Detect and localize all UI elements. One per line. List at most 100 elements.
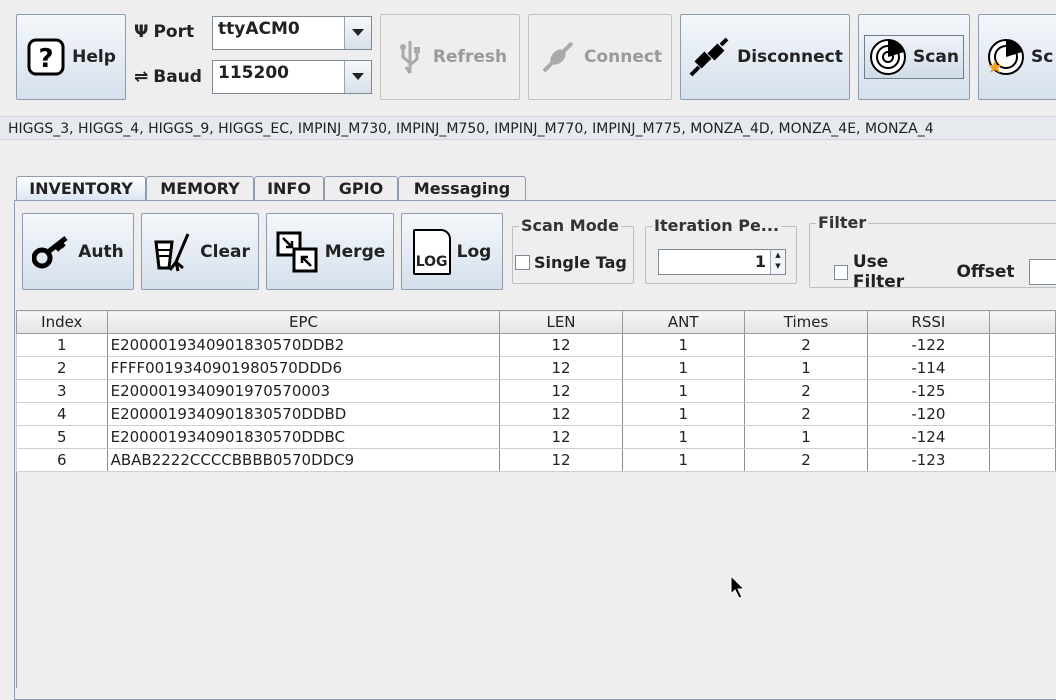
cell-epc: E2000019340901830570DDBD bbox=[106, 402, 501, 426]
scan-alt-button[interactable]: Sc bbox=[978, 14, 1056, 100]
key-icon bbox=[32, 234, 72, 270]
cell-extra bbox=[988, 356, 1056, 380]
cell-ant: 1 bbox=[621, 448, 745, 472]
scan-label: Scan bbox=[913, 47, 959, 67]
cell-times: 1 bbox=[743, 425, 869, 449]
cell-rssi: -120 bbox=[867, 402, 990, 426]
auth-button[interactable]: Auth bbox=[22, 213, 134, 290]
cell-len: 12 bbox=[499, 402, 623, 426]
cell-ant: 1 bbox=[621, 333, 745, 357]
cell-index: 3 bbox=[16, 379, 108, 403]
clear-label: Clear bbox=[200, 241, 250, 262]
cell-rssi: -124 bbox=[867, 425, 990, 449]
cell-index: 4 bbox=[16, 402, 108, 426]
tab-messaging[interactable]: Messaging bbox=[398, 176, 526, 200]
scan-alt-label: Sc bbox=[1031, 47, 1054, 67]
iteration-value[interactable]: 1 bbox=[659, 250, 770, 274]
cell-index: 5 bbox=[16, 425, 108, 449]
scan-mode-title: Scan Mode bbox=[519, 216, 621, 235]
cell-extra bbox=[988, 379, 1056, 403]
cell-rssi: -114 bbox=[867, 356, 990, 380]
radar-icon bbox=[869, 38, 907, 76]
iteration-title: Iteration Pe... bbox=[652, 216, 782, 235]
cell-times: 1 bbox=[743, 356, 869, 380]
merge-button[interactable]: Merge bbox=[266, 213, 394, 290]
use-filter-checkbox[interactable] bbox=[834, 264, 848, 280]
usb-refresh-icon bbox=[393, 37, 427, 77]
tab-gpio[interactable]: GPIO bbox=[324, 176, 398, 200]
merge-label: Merge bbox=[324, 241, 386, 262]
chevron-down-icon[interactable] bbox=[344, 17, 371, 49]
tab-messaging-label: Messaging bbox=[413, 179, 511, 198]
tab-inventory-label: INVENTORY bbox=[29, 179, 133, 198]
auth-label: Auth bbox=[78, 241, 124, 262]
help-button[interactable]: ? Help bbox=[16, 14, 126, 100]
tab-memory[interactable]: MEMORY bbox=[146, 176, 254, 200]
svg-text:?: ? bbox=[39, 44, 54, 74]
baud-label: Baud bbox=[153, 67, 202, 87]
scan-mode-group: Scan Mode Single Tag bbox=[512, 216, 634, 284]
table-row[interactable]: 4 E2000019340901830570DDBD 12 1 2 -120 bbox=[16, 402, 1056, 426]
disconnect-label: Disconnect bbox=[737, 47, 843, 67]
port-label: Port bbox=[153, 22, 195, 42]
cell-times: 2 bbox=[743, 402, 869, 426]
column-header-rssi[interactable]: RSSI bbox=[867, 310, 990, 334]
tab-memory-label: MEMORY bbox=[160, 179, 240, 198]
table-header: Index EPC LEN ANT Times RSSI bbox=[16, 310, 1056, 334]
baud-value: 115200 bbox=[218, 63, 289, 83]
use-filter-label: Use Filter bbox=[852, 252, 905, 292]
log-button[interactable]: LOG Log bbox=[401, 213, 503, 290]
column-header-len[interactable]: LEN bbox=[499, 310, 623, 334]
merge-icon bbox=[275, 230, 319, 274]
iteration-group: Iteration Pe... 1 ▲ ▼ bbox=[645, 216, 797, 284]
table-row[interactable]: 2 FFFF0019340901980570DDD6 12 1 1 -114 bbox=[16, 356, 1056, 380]
cell-epc: ABAB2222CCCCBBBB0570DDC9 bbox=[106, 448, 501, 472]
cell-times: 2 bbox=[743, 448, 869, 472]
cell-rssi: -125 bbox=[867, 379, 990, 403]
cell-len: 12 bbox=[499, 356, 623, 380]
cell-rssi: -123 bbox=[867, 448, 990, 472]
port-select[interactable]: ttyACM0 bbox=[212, 16, 372, 50]
log-icon: LOG bbox=[412, 228, 451, 275]
baud-select[interactable]: 115200 bbox=[212, 60, 372, 94]
connect-button[interactable]: Connect bbox=[528, 14, 672, 100]
table-row[interactable]: 3 E2000019340901970570003 12 1 2 -125 bbox=[16, 379, 1056, 403]
log-label: Log bbox=[456, 241, 492, 262]
column-header-extra[interactable] bbox=[988, 310, 1056, 334]
plug-icon bbox=[538, 37, 578, 77]
connect-label: Connect bbox=[583, 47, 663, 67]
single-tag-label: Single Tag bbox=[534, 253, 627, 272]
scan-button[interactable]: Scan bbox=[858, 14, 970, 100]
refresh-button[interactable]: Refresh bbox=[380, 14, 520, 100]
spinner-arrows-icon[interactable]: ▲ ▼ bbox=[770, 250, 785, 274]
cell-epc: E2000019340901830570DDB2 bbox=[106, 333, 501, 357]
chevron-down-icon[interactable] bbox=[344, 61, 371, 93]
radar-star-icon bbox=[987, 38, 1025, 76]
cell-len: 12 bbox=[499, 448, 623, 472]
clear-button[interactable]: Clear bbox=[141, 213, 259, 290]
log-icon-text: LOG bbox=[415, 253, 448, 270]
table-row[interactable]: 5 E2000019340901830570DDBC 12 1 1 -124 bbox=[16, 425, 1056, 449]
column-header-ant[interactable]: ANT bbox=[621, 310, 745, 334]
tab-info[interactable]: INFO bbox=[254, 176, 324, 200]
cell-epc: E2000019340901830570DDBC bbox=[106, 425, 501, 449]
table-row[interactable]: 1 E2000019340901830570DDB2 12 1 2 -122 bbox=[16, 333, 1056, 357]
cell-index: 1 bbox=[16, 333, 108, 357]
baud-label-group: ⇌ Baud bbox=[134, 67, 202, 87]
tag-types-field[interactable]: HIGGS_3, HIGGS_4, HIGGS_9, HIGGS_EC, IMP… bbox=[0, 116, 1056, 140]
tab-inventory[interactable]: INVENTORY bbox=[16, 176, 146, 200]
port-label-group: Ψ Port bbox=[134, 22, 194, 42]
disconnect-button[interactable]: Disconnect bbox=[680, 14, 850, 100]
offset-input[interactable] bbox=[1029, 259, 1056, 285]
column-header-index[interactable]: Index bbox=[16, 310, 108, 334]
table-row[interactable]: 6 ABAB2222CCCCBBBB0570DDC9 12 1 2 -123 bbox=[16, 448, 1056, 472]
cell-ant: 1 bbox=[621, 425, 745, 449]
column-header-epc[interactable]: EPC bbox=[106, 310, 501, 334]
column-header-times[interactable]: Times bbox=[743, 310, 869, 334]
baud-icon: ⇌ bbox=[134, 67, 149, 87]
offset-label: Offset bbox=[956, 262, 1015, 282]
single-tag-checkbox[interactable] bbox=[515, 255, 530, 270]
iteration-spinner[interactable]: 1 ▲ ▼ bbox=[658, 249, 786, 275]
refresh-label: Refresh bbox=[432, 47, 508, 67]
cell-len: 12 bbox=[499, 379, 623, 403]
